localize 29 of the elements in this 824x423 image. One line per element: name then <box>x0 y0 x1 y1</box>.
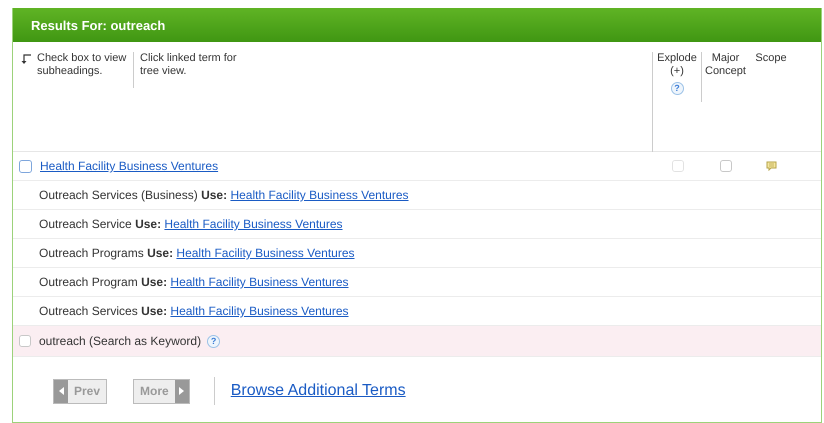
term-checkbox[interactable] <box>19 160 32 172</box>
panel-title: Results For: outreach <box>13 8 821 42</box>
arrow-icon <box>21 54 31 64</box>
scope-note-icon[interactable] <box>766 161 776 171</box>
see-reference-text: Outreach Programs Use: Health Facility Business Ventures <box>39 246 355 260</box>
help-icon[interactable]: ? <box>670 82 684 95</box>
caret-left-icon <box>58 387 64 395</box>
column-header: Scope <box>755 52 787 65</box>
column-header: Explode (+) <box>656 52 698 78</box>
term-link[interactable]: Health Facility Business Ventures <box>230 188 409 202</box>
see-reference-text: Outreach Program Use: Health Facility Business Ventures <box>39 275 349 289</box>
explode-checkbox[interactable] <box>672 160 684 172</box>
keyword-checkbox[interactable] <box>19 335 31 347</box>
see-reference-text: Outreach Services Use: Health Facility Business Ventures <box>39 304 349 318</box>
caret-right-icon <box>179 387 184 395</box>
major-concept-checkbox[interactable] <box>720 160 732 172</box>
see-reference-text: Outreach Service Use: Health Facility Business Ventures <box>39 217 343 231</box>
term-link[interactable]: Health Facility Business Ventures <box>170 275 349 289</box>
term-link[interactable]: Health Facility Business Ventures <box>176 246 355 260</box>
term-link[interactable]: Health Facility Business Ventures <box>164 217 343 231</box>
browse-link[interactable]: Browse Additional Terms <box>230 382 406 400</box>
term-link[interactable]: Health Facility Business Ventures <box>170 304 349 318</box>
column-header: Major Concept <box>704 52 746 78</box>
instruction-text: Click linked term for tree view. <box>133 52 256 88</box>
instruction-text: Check box to view subheadings. <box>36 52 128 78</box>
term-link[interactable]: Health Facility Business Ventures <box>40 159 218 173</box>
help-icon[interactable]: ? <box>207 334 220 348</box>
keyword-label: outreach (Search as Keyword) <box>39 334 202 348</box>
see-reference-text: Outreach Services (Business) Use: Health Facility Business Ventures <box>39 188 409 202</box>
